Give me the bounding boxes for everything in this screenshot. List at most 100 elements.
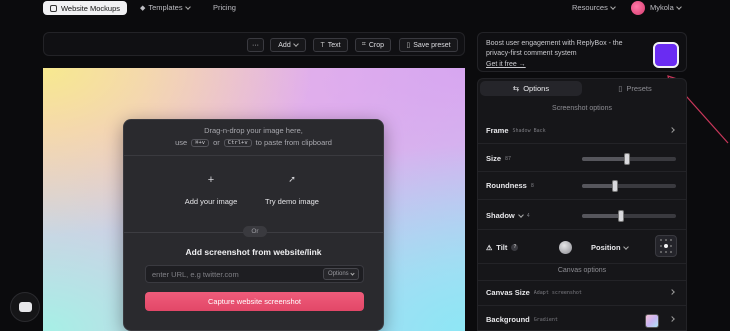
shadow-slider[interactable] [582, 210, 676, 222]
avatar[interactable] [631, 1, 645, 15]
tilt-label-group: ⚠ Tilt ? [486, 243, 519, 252]
position-dot[interactable] [670, 250, 673, 253]
divider [478, 143, 686, 144]
ad-text: Boost user engagement with ReplyBox - th… [486, 40, 623, 57]
size-slider[interactable] [582, 153, 676, 165]
size-slider-handle[interactable] [624, 153, 631, 165]
text-button[interactable]: T Text [313, 38, 348, 52]
chevron-right-icon [669, 316, 675, 322]
tab-presets-label: Presets [626, 84, 652, 93]
shadow-label-group[interactable]: Shadow 4 [486, 211, 530, 220]
user-name: Mykola [650, 3, 674, 12]
roundness-slider[interactable] [582, 180, 676, 192]
templates-menu[interactable]: ◆ Templates [140, 3, 191, 12]
divider [478, 229, 686, 230]
image-drop-card[interactable]: Drag-n-drop your image here, use ⌘+v or … [123, 119, 384, 331]
pricing-label: Pricing [213, 3, 236, 12]
app-icon [49, 4, 57, 12]
divider [478, 263, 686, 264]
tilt-row: ⚠ Tilt ? Position [478, 235, 686, 258]
crop-label: Crop [368, 41, 385, 49]
position-dot[interactable] [670, 244, 673, 247]
crop-button[interactable]: ⌗ Crop [355, 38, 391, 52]
position-dot[interactable] [664, 239, 667, 242]
tab-options[interactable]: ⇆ Options [480, 81, 582, 96]
panel-tabs: ⇆ Options ▯ Presets [478, 79, 686, 98]
size-label-group: Size 87 [486, 154, 511, 163]
shadow-label: Shadow [486, 211, 515, 220]
tilt-icon: ⚠ [486, 244, 493, 252]
options-panel: ⇆ Options ▯ Presets Screenshot options F… [477, 78, 687, 331]
brand-label: Website Mockups [60, 3, 121, 13]
chevron-down-icon [517, 211, 524, 218]
roundness-label: Roundness [486, 181, 527, 190]
chat-widget-button[interactable] [10, 292, 40, 322]
url-options-button[interactable]: Options [323, 268, 359, 280]
shadow-slider-fill [582, 214, 621, 218]
more-label: ··· [252, 41, 259, 49]
user-menu[interactable]: Mykola [650, 3, 682, 12]
templates-label: Templates [148, 3, 183, 12]
more-button[interactable]: ··· [247, 38, 264, 52]
canvas-size-row[interactable]: Canvas Size Adapt screenshot [478, 283, 686, 303]
frame-row[interactable]: Frame Shadow Back [478, 121, 686, 141]
position-dot-selected[interactable] [663, 243, 668, 248]
url-section-title: Add screenshot from website/link [185, 247, 322, 257]
position-label: Position [591, 243, 621, 252]
roundness-value: 8 [530, 182, 534, 189]
tab-options-label: Options [523, 84, 550, 93]
tab-presets[interactable]: ▯ Presets [584, 79, 686, 98]
sliders-icon: ⇆ [512, 84, 520, 93]
position-dot[interactable] [659, 250, 662, 253]
save-preset-button[interactable]: ▯ Save preset [399, 38, 458, 52]
background-swatch[interactable] [645, 314, 659, 328]
size-slider-fill [582, 157, 628, 161]
screenshot-options-title: Screenshot options [552, 105, 612, 112]
position-dropdown[interactable]: Position [591, 243, 629, 252]
demo-image-label: Try demo image [265, 197, 319, 206]
top-nav: Website Mockups ◆ Templates Pricing Reso… [0, 0, 730, 16]
capture-screenshot-button[interactable]: Capture website screenshot [145, 292, 364, 311]
shadow-value: 4 [526, 212, 530, 219]
add-button[interactable]: Add [270, 38, 306, 52]
resources-menu[interactable]: Resources [572, 3, 616, 12]
roundness-slider-handle[interactable] [611, 180, 618, 192]
ad-link[interactable]: Get it free → [486, 61, 526, 68]
bookmark-icon: ▯ [406, 42, 411, 49]
chevron-down-icon [610, 3, 616, 10]
tilt-label: Tilt [496, 243, 508, 252]
position-dot[interactable] [659, 244, 662, 247]
chevron-down-icon [184, 3, 191, 10]
pricing-link[interactable]: Pricing [213, 3, 236, 12]
shadow-slider-handle[interactable] [617, 210, 624, 222]
demo-image-option[interactable]: ➚ Try demo image [242, 174, 342, 206]
drop-instruction: Drag-n-drop your image here, [204, 126, 303, 135]
paste-post-text: to paste from clipboard [255, 138, 332, 147]
divider [478, 199, 686, 200]
position-grid[interactable] [655, 235, 677, 257]
bookmark-icon: ▯ [618, 84, 623, 93]
background-label-group: Background Gradient [486, 315, 558, 324]
help-icon[interactable]: ? [511, 244, 519, 251]
website-mockups-button[interactable]: Website Mockups [43, 1, 127, 15]
background-row[interactable]: Background Gradient [478, 310, 686, 330]
chat-bubble-icon [18, 302, 32, 312]
text-icon: T [320, 41, 325, 49]
pointer-icon: ➚ [288, 174, 296, 184]
position-dot[interactable] [659, 239, 662, 242]
divider [478, 305, 686, 306]
resources-label: Resources [572, 3, 608, 12]
capture-label: Capture website screenshot [208, 297, 301, 306]
sponsor-ad[interactable]: Boost user engagement with ReplyBox - th… [477, 32, 687, 72]
text-label: Text [327, 41, 341, 49]
position-dot[interactable] [670, 239, 673, 242]
replybox-logo [653, 42, 679, 68]
position-dot[interactable] [664, 250, 667, 253]
canvas-size-value: Adapt screenshot [533, 289, 582, 296]
crop-icon: ⌗ [361, 41, 366, 48]
background-label: Background [486, 315, 530, 324]
background-value: Gradient [533, 316, 558, 323]
tilt-control[interactable] [559, 241, 572, 254]
cmd-v-key: ⌘+v [191, 138, 210, 147]
or-label: Or [243, 226, 267, 237]
